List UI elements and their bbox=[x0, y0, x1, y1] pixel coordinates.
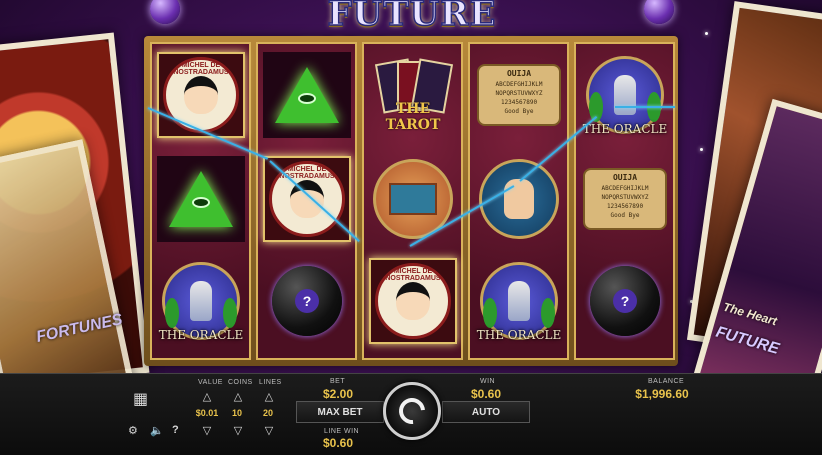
ouija-title: OUIJA bbox=[612, 173, 638, 182]
symbol-oracle: THE ORACLE bbox=[157, 258, 245, 344]
win-label: WIN bbox=[480, 378, 496, 385]
auto-button[interactable]: AUTO bbox=[442, 401, 530, 423]
sparkle bbox=[705, 32, 708, 35]
lines-label: LINES bbox=[259, 379, 282, 386]
symbol-label: THE TAROT bbox=[385, 101, 441, 133]
symbol-label: THE ORACLE bbox=[476, 328, 562, 342]
reel-3: THE TAROT MICHEL DE NOSTRADAMUS bbox=[362, 42, 463, 360]
ouija-line: Good Bye bbox=[610, 212, 640, 219]
reel-frame: MICHEL DE NOSTRADAMUS THE ORACLE MICHEL DE… bbox=[144, 36, 678, 366]
hand-icon bbox=[504, 179, 534, 219]
eye-triangle-icon bbox=[169, 171, 233, 227]
eye-triangle-icon bbox=[275, 67, 339, 123]
symbol-gypsy-wagon bbox=[369, 156, 457, 242]
ouija-line: ABCDEFGHIJKLM bbox=[495, 81, 543, 88]
symbol-label: THE ORACLE bbox=[158, 328, 244, 342]
coins-label: COINS bbox=[228, 379, 253, 386]
symbol-oracle: THE ORACLE bbox=[581, 52, 669, 138]
left-card-word: FORTUNES bbox=[34, 311, 125, 346]
crystal-orb-right bbox=[644, 0, 674, 24]
ouija-board-icon: OUIJA ABCDEFGHIJKLM NOPQRSTUVWXYZ 123456789… bbox=[583, 168, 667, 230]
oracle-figure bbox=[614, 75, 636, 115]
payline-winning bbox=[615, 106, 675, 108]
lines-down-arrow[interactable]: ▽ bbox=[261, 424, 277, 437]
tarot-cards-icon: THE TAROT bbox=[373, 55, 454, 135]
bet-label: BET bbox=[330, 378, 346, 385]
laurel-leaf bbox=[541, 298, 555, 328]
symbol-label: ? bbox=[295, 289, 319, 313]
paytable-icon[interactable]: ▦ bbox=[133, 389, 148, 409]
symbol-tarot: THE TAROT bbox=[369, 52, 457, 138]
nostradamus-portrait: MICHEL DE NOSTRADAMUS bbox=[375, 263, 451, 339]
symbol-magic-8-ball: ? bbox=[263, 258, 351, 344]
symbol-label: MICHEL DE NOSTRADAMUS bbox=[173, 62, 229, 76]
value-up-arrow[interactable]: △ bbox=[199, 390, 215, 403]
coins-down-arrow[interactable]: ▽ bbox=[230, 424, 246, 437]
lines-up-arrow[interactable]: △ bbox=[261, 390, 277, 403]
crystal-orb-left bbox=[150, 0, 180, 24]
symbol-all-seeing-eye bbox=[157, 156, 245, 242]
symbol-oracle: THE ORACLE bbox=[475, 258, 563, 344]
ouija-line: ABCDEFGHIJKLM bbox=[601, 185, 649, 192]
oracle-figure bbox=[508, 281, 530, 321]
wagon-icon bbox=[389, 183, 437, 215]
laurel-leaf bbox=[223, 298, 237, 328]
symbol-label: THE ORACLE bbox=[582, 122, 668, 136]
symbol-nostradamus: MICHEL DE NOSTRADAMUS bbox=[157, 52, 245, 138]
ouija-board-icon: OUIJA ABCDEFGHIJKLM NOPQRSTUVWXYZ 123456789… bbox=[477, 64, 561, 126]
bet-amount: $2.00 bbox=[322, 387, 354, 401]
ouija-line: NOPQRSTUVWXYZ bbox=[601, 194, 649, 201]
ouija-line: 1234567890 bbox=[606, 203, 644, 210]
value-down-arrow[interactable]: ▽ bbox=[199, 424, 215, 437]
ouija-line: Good Bye bbox=[504, 108, 534, 115]
reel-4: OUIJA ABCDEFGHIJKLM NOPQRSTUVWXYZ 123456789… bbox=[468, 42, 569, 360]
sparkle bbox=[700, 148, 703, 151]
max-bet-button[interactable]: MAX BET bbox=[296, 401, 384, 423]
symbol-ouija-board: OUIJA ABCDEFGHIJKLM NOPQRSTUVWXYZ 123456789… bbox=[581, 156, 669, 242]
nostradamus-face bbox=[396, 282, 430, 320]
eye-icon bbox=[192, 197, 210, 208]
eye-icon bbox=[298, 93, 316, 104]
symbol-all-seeing-eye bbox=[263, 52, 351, 138]
ouija-title: OUIJA bbox=[506, 69, 532, 78]
balance-label: BALANCE bbox=[648, 378, 685, 385]
coins-up-arrow[interactable]: △ bbox=[230, 390, 246, 403]
symbol-nostradamus: MICHEL DE NOSTRADAMUS bbox=[263, 156, 351, 242]
symbol-nostradamus: MICHEL DE NOSTRADAMUS bbox=[369, 258, 457, 344]
ouija-line: NOPQRSTUVWXYZ bbox=[495, 90, 543, 97]
reel-2: MICHEL DE NOSTRADAMUS? bbox=[256, 42, 357, 360]
laurel-leaf bbox=[165, 298, 179, 328]
magic-ball-icon: ? bbox=[590, 266, 660, 336]
line-win-amount: $0.60 bbox=[322, 436, 354, 450]
balance-amount: $1,996.60 bbox=[635, 387, 689, 401]
reel-1: MICHEL DE NOSTRADAMUS THE ORACLE bbox=[150, 42, 251, 360]
ouija-line: 1234567890 bbox=[500, 99, 538, 106]
spin-icon bbox=[393, 392, 431, 430]
nostradamus-portrait: MICHEL DE NOSTRADAMUS bbox=[163, 57, 239, 133]
right-card-word-2: FUTURE bbox=[713, 323, 781, 358]
symbol-label: MICHEL DE NOSTRADAMUS bbox=[385, 268, 441, 282]
value-amount: $0.01 bbox=[195, 408, 219, 418]
lines-amount: 20 bbox=[262, 408, 273, 418]
win-amount: $0.60 bbox=[470, 387, 502, 401]
reel-5: THE ORACLE OUIJA ABCDEFGHIJKLM NOPQRSTUVWXY… bbox=[574, 42, 675, 360]
symbol-label: ? bbox=[613, 289, 637, 313]
spin-button[interactable] bbox=[383, 382, 441, 440]
sound-icon[interactable]: 🔈 bbox=[150, 424, 164, 437]
settings-icon[interactable]: ⚙ bbox=[128, 424, 138, 437]
nostradamus-face bbox=[184, 76, 218, 114]
laurel-leaf bbox=[483, 298, 497, 328]
symbol-magic-8-ball: ? bbox=[581, 258, 669, 344]
symbol-ouija-board: OUIJA ABCDEFGHIJKLM NOPQRSTUVWXYZ 123456789… bbox=[475, 52, 563, 138]
help-icon[interactable]: ? bbox=[172, 424, 179, 436]
magic-ball-icon: ? bbox=[272, 266, 342, 336]
line-win-label: LINE WIN bbox=[324, 428, 360, 435]
value-label: VALUE bbox=[198, 379, 223, 386]
right-card-word-1: The Heart bbox=[721, 299, 779, 329]
coins-amount: 10 bbox=[231, 408, 242, 418]
oracle-figure bbox=[190, 281, 212, 321]
